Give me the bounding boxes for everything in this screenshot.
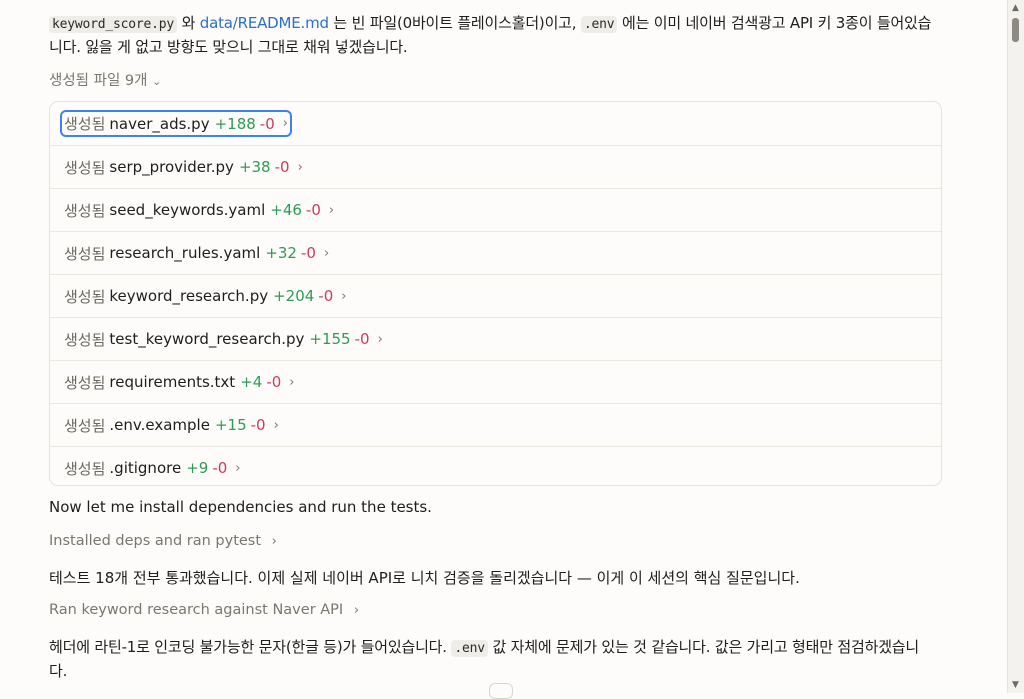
created-files-list: 생성됨 naver_ads.py +188 -0 › 생성됨 serp_provider.p… [49,101,942,486]
file-name: requirements.txt [109,373,236,391]
inline-code: .env [451,640,488,657]
lines-removed: -0 [305,201,321,219]
lines-removed: -0 [266,373,282,391]
file-name: serp_provider.py [109,158,234,176]
file-row[interactable]: 생성됨 keyword_research.py +204 -0 › [50,274,941,317]
readme-link[interactable]: data/README.md [200,14,329,32]
file-name: .env.example [109,416,210,434]
file-name: test_keyword_research.py [109,330,305,348]
file-row-content[interactable]: 생성됨 keyword_research.py +204 -0 › [62,285,348,308]
lines-removed: -0 [318,287,334,305]
chevron-right-icon: › [297,159,303,175]
chevron-right-icon: › [328,202,335,218]
file-name: research_rules.yaml [109,244,261,262]
lines-removed: -0 [274,158,290,176]
files-summary-toggle[interactable]: 생성됨 파일 9개 ⌄ [49,69,161,90]
file-row[interactable]: 생성됨 research_rules.yaml +32 -0 › [50,231,941,274]
file-verb: 생성됨 [64,244,106,263]
file-row[interactable]: 생성됨 test_keyword_research.py +155 -0 › [50,317,941,360]
assistant-message: 테스트 18개 전부 통과했습니다. 이제 실제 네이버 API로 니치 검증을… [49,569,800,587]
scrollbar[interactable]: ▲ ▼ [1007,0,1024,693]
lines-removed: -0 [300,244,316,262]
lines-added: +4 [240,373,263,391]
scroll-up-icon[interactable]: ▲ [1012,3,1019,13]
assistant-message: Now let me install dependencies and run … [49,498,432,516]
chevron-right-icon: › [273,417,279,433]
scrollbar-thumb[interactable] [1012,18,1019,42]
file-row[interactable]: 생성됨 requirements.txt +4 -0 › [50,360,941,403]
file-verb: 생성됨 [64,459,106,478]
file-row-content[interactable]: 생성됨 .gitignore +9 -0 › [62,457,242,480]
chevron-right-icon: › [341,288,347,304]
assistant-message: 헤더에 라틴-1로 인코딩 불가능한 문자(한글 등)가 들어있습니다. .en… [49,638,919,680]
tool-step-research[interactable]: Ran keyword research against Naver API › [49,602,359,618]
intro-paragraph: keyword_score.py 와 data/README.md 는 빈 파일… [49,14,932,56]
file-row-content[interactable]: 생성됨 .env.example +15 -0 › [62,414,281,437]
chevron-right-icon: › [289,374,295,390]
lines-added: +155 [309,330,351,348]
lines-added: +204 [273,287,315,305]
file-verb: 생성됨 [64,287,106,306]
file-row-content[interactable]: 생성됨 naver_ads.py +188 -0 › [60,110,292,137]
file-row-content[interactable]: 생성됨 serp_provider.py +38 -0 › [62,156,305,179]
lines-added: +46 [270,201,302,219]
inline-code: keyword_score.py [49,16,178,33]
scroll-down-icon[interactable]: ▼ [1012,680,1019,690]
file-name: .gitignore [109,459,182,477]
chevron-right-icon: › [323,245,330,261]
lines-removed: -0 [250,416,266,434]
lines-removed: -0 [259,114,275,133]
lines-added: +38 [238,158,271,176]
chevron-right-icon: › [377,331,383,347]
file-verb: 생성됨 [64,330,106,349]
lines-removed: -0 [212,459,228,477]
file-verb: 생성됨 [64,158,106,177]
tool-step-install[interactable]: Installed deps and ran pytest › [49,533,277,549]
chevron-down-icon: ⌄ [152,75,162,88]
lines-added: +9 [186,459,209,477]
file-row[interactable]: 생성됨 seed_keywords.yaml +46 -0 › [50,188,941,231]
lines-added: +15 [214,416,247,434]
file-verb: 생성됨 [64,201,106,220]
file-row-content[interactable]: 생성됨 test_keyword_research.py +155 -0 › [62,328,385,351]
chevron-right-icon: › [282,116,288,131]
file-verb: 생성됨 [64,416,106,435]
lines-added: +188 [214,114,256,133]
chevron-right-icon: › [353,603,360,618]
file-row[interactable]: 생성됨 serp_provider.py +38 -0 › [50,145,941,188]
file-row[interactable]: 생성됨 naver_ads.py +188 -0 › [50,102,941,145]
file-row[interactable]: 생성됨 .gitignore +9 -0 › [50,446,941,489]
chevron-right-icon: › [235,460,241,476]
lines-removed: -0 [354,330,370,348]
file-name: keyword_research.py [109,287,269,305]
scroll-to-bottom-button[interactable] [489,683,513,699]
file-row[interactable]: 생성됨 .env.example +15 -0 › [50,403,941,446]
file-name: naver_ads.py [109,114,210,133]
file-row-content[interactable]: 생성됨 research_rules.yaml +32 -0 › [62,242,331,265]
inline-code: .env [580,16,618,33]
file-name: seed_keywords.yaml [109,201,266,219]
lines-added: +32 [265,244,297,262]
chevron-right-icon: › [271,534,277,549]
file-row-content[interactable]: 생성됨 requirements.txt +4 -0 › [62,371,296,394]
file-verb: 생성됨 [64,115,106,133]
file-row-content[interactable]: 생성됨 seed_keywords.yaml +46 -0 › [62,199,336,222]
file-verb: 생성됨 [64,373,106,392]
